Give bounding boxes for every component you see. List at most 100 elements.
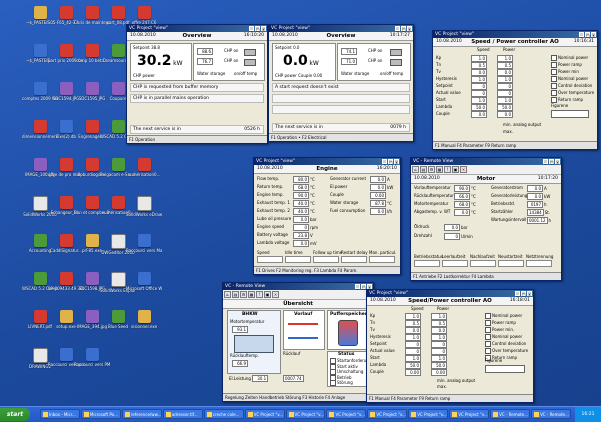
figure-dropdown[interactable] <box>551 110 589 118</box>
maximize-button[interactable]: □ <box>255 26 260 32</box>
chart-icon[interactable]: ▦ <box>436 166 443 173</box>
power-value[interactable]: 1.0 <box>431 334 447 341</box>
close-button[interactable]: x <box>394 159 399 165</box>
close-button[interactable]: x <box>527 291 532 297</box>
switch-icon[interactable] <box>244 49 256 56</box>
speed-value[interactable]: 0.0 <box>405 327 421 334</box>
speed-value[interactable]: 1.0 <box>471 55 487 62</box>
home-icon[interactable]: ⌂ <box>224 291 231 298</box>
close-button[interactable]: x <box>407 26 412 32</box>
taskbar-button[interactable]: VC - Remote... <box>490 409 531 419</box>
option-checkbox-row[interactable]: Over temperature <box>551 90 594 96</box>
window-titlebar[interactable]: VC - Remote View _ □ x <box>411 158 561 165</box>
power-value[interactable]: 1.0 <box>431 313 447 320</box>
speed-value[interactable]: 1.0 <box>405 355 421 362</box>
desktop-icon[interactable]: Microsoft Office Word 2003 <box>126 272 162 298</box>
power-value[interactable]: 0.0 <box>497 111 513 118</box>
power-value[interactable]: 0.00 <box>431 369 447 376</box>
settings-icon[interactable]: ⚙ <box>240 291 247 298</box>
option-checkbox-row[interactable]: Power ramp <box>551 62 582 68</box>
checkbox[interactable] <box>551 90 557 96</box>
window-titlebar[interactable]: VC Project "view" _ □ x <box>433 31 597 38</box>
taskbar-button[interactable]: VC Project "v... <box>449 409 490 419</box>
desktop-icon[interactable]: numérisation0... <box>126 158 162 184</box>
speed-value[interactable]: 1.0 <box>405 334 421 341</box>
function-keys[interactable]: F1 Manual F4 Parameter F9 Return ramp <box>433 141 597 149</box>
power-value[interactable]: 1.0 <box>497 97 513 104</box>
switch-icon[interactable] <box>390 59 402 66</box>
minimize-button[interactable]: _ <box>249 26 254 32</box>
desktop-icon[interactable]: visionner.exe <box>126 310 162 336</box>
function-keys[interactable]: Regelung Zeiten Handbetrieb Störung F3 H… <box>223 393 373 401</box>
taskbar-button[interactable]: VC Project "v... <box>326 409 367 419</box>
window-titlebar[interactable]: VC - Remote View _ □ x <box>223 283 373 290</box>
system-clock[interactable]: 16:21 <box>575 407 601 422</box>
checkbox[interactable] <box>551 62 557 68</box>
maximize-button[interactable]: □ <box>401 26 406 32</box>
taskbar-button[interactable]: Inbox - Micr... <box>40 409 80 419</box>
minimize-button[interactable]: _ <box>515 291 520 297</box>
window-engine[interactable]: VC Project "view" _ □ x 10.08.2010 Engine 16… <box>253 157 401 275</box>
alarm-icon[interactable]: ! <box>444 166 451 173</box>
settings-icon[interactable]: ⚙ <box>428 166 435 173</box>
switch-icon[interactable] <box>244 59 256 66</box>
maximize-button[interactable]: □ <box>585 32 590 38</box>
speed-value[interactable]: 0.5 <box>405 320 421 327</box>
speed-value[interactable]: 0 <box>405 341 421 348</box>
speed-value[interactable]: 50.0 <box>471 104 487 111</box>
speed-value[interactable]: 0.00 <box>405 369 421 376</box>
checkbox[interactable] <box>485 341 491 347</box>
minimize-button[interactable]: _ <box>382 159 387 165</box>
speed-value[interactable]: 1.0 <box>471 76 487 83</box>
chart-icon[interactable]: ▦ <box>248 291 255 298</box>
exit-icon[interactable]: ✕ <box>460 166 467 173</box>
checkbox[interactable] <box>485 334 491 340</box>
exit-icon[interactable]: ✕ <box>272 291 279 298</box>
window-overview-stopped[interactable]: VC Project "view" _ □ x 10.08.2010 Overview… <box>268 24 414 142</box>
home-icon[interactable]: ⌂ <box>412 166 419 173</box>
switch-icon[interactable] <box>390 49 402 56</box>
power-value[interactable]: 0 <box>431 348 447 355</box>
speed-value[interactable]: 1.0 <box>405 313 421 320</box>
checkbox[interactable] <box>551 76 557 82</box>
option-checkbox-row[interactable]: Power min <box>551 69 579 75</box>
alarm-icon[interactable]: ! <box>256 291 263 298</box>
taskbar-button[interactable]: VC Project "v... <box>408 409 449 419</box>
option-checkbox-row[interactable]: Nominal power <box>551 55 588 61</box>
speed-value[interactable]: 0.0 <box>471 69 487 76</box>
power-value[interactable]: 0 <box>431 341 447 348</box>
minimize-button[interactable]: _ <box>543 159 548 165</box>
taskbar-button[interactable]: VC Project "v... <box>285 409 326 419</box>
print-icon[interactable]: ▤ <box>232 291 239 298</box>
speed-value[interactable]: 50.0 <box>405 362 421 369</box>
speed-value[interactable]: 0.5 <box>471 62 487 69</box>
window-motor[interactable]: VC - Remote View _ □ x ⌂ ▤ ⚙ ▦! ▣ ✕ 10.08.2010 M… <box>410 157 562 281</box>
window-uebersicht[interactable]: VC - Remote View _ □ x ⌂ ▤ ⚙ ▦! ▣ ✕ Übersicht B… <box>222 282 374 402</box>
desktop-icon[interactable]: Raccourci vers Mail_courante... <box>126 234 162 260</box>
window-titlebar[interactable]: VC Project "view" _ □ x <box>254 158 400 165</box>
option-checkbox-row[interactable]: Over temperature <box>485 348 528 354</box>
taskbar-button[interactable]: reference/ww... <box>121 409 162 419</box>
minimize-button[interactable]: _ <box>579 32 584 38</box>
window-speed-power-controller-2[interactable]: VC Project "view" _ □ x 10.08.2010 Speed/Po… <box>366 289 534 403</box>
option-checkbox-row[interactable]: Nominal power <box>551 76 588 82</box>
maximize-button[interactable]: □ <box>549 159 554 165</box>
speed-value[interactable]: 0 <box>471 83 487 90</box>
option-checkbox-row[interactable]: Nominal power <box>485 313 522 319</box>
option-checkbox-row[interactable]: Control deviation <box>551 83 592 89</box>
power-value[interactable]: 0 <box>497 90 513 97</box>
power-value[interactable]: 1.0 <box>497 76 513 83</box>
speed-value[interactable]: 0 <box>405 348 421 355</box>
power-value[interactable]: 50.0 <box>497 104 513 111</box>
checkbox[interactable] <box>485 327 491 333</box>
taskbar-button[interactable]: Microsoft Po... <box>80 409 121 419</box>
checkbox[interactable] <box>485 348 491 354</box>
power-value[interactable]: 0.5 <box>497 62 513 69</box>
window-titlebar[interactable]: VC Project "view" _ □ x <box>269 25 413 32</box>
function-keys[interactable]: F1 Antriebe F2 Lastkorrektur F4 Lambda <box>411 272 561 280</box>
option-checkbox-row[interactable]: Power min. <box>485 327 514 333</box>
checkbox[interactable] <box>551 69 557 75</box>
speed-value[interactable]: 0.0 <box>471 111 487 118</box>
close-button[interactable]: x <box>555 159 560 165</box>
start-button[interactable]: start <box>0 408 30 421</box>
